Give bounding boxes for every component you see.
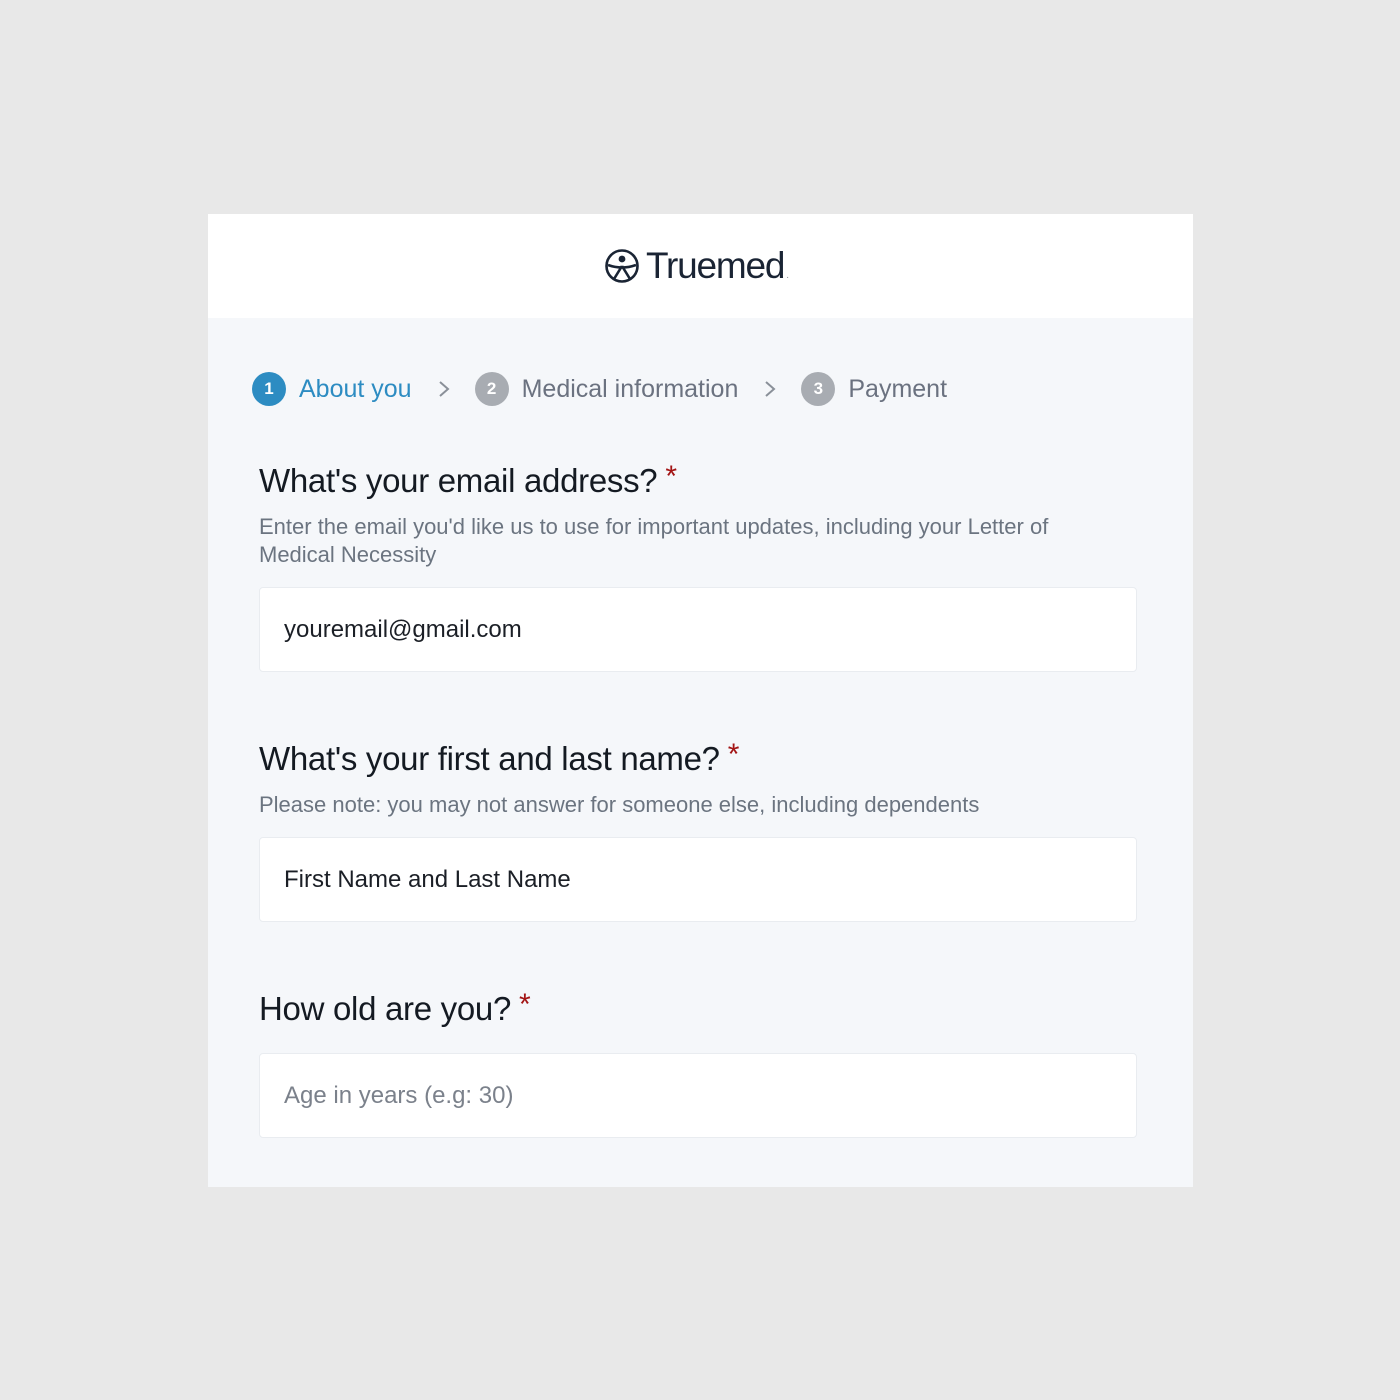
email-field[interactable] [259, 587, 1137, 672]
name-field[interactable] [259, 837, 1137, 922]
truemed-logo[interactable]: Truemed . [604, 245, 789, 287]
age-field[interactable] [259, 1053, 1137, 1138]
required-asterisk: * [665, 460, 677, 493]
step-label: Payment [848, 374, 948, 403]
required-asterisk: * [727, 738, 740, 771]
step-label: About you [299, 374, 412, 403]
age-question: How old are you? * [259, 988, 531, 1028]
header: Truemed . [208, 214, 1193, 318]
chevron-right-icon [765, 381, 776, 397]
email-question-text: What's your email address? [259, 462, 658, 499]
email-help-text: Enter the email you'd like us to use for… [259, 514, 1049, 567]
step-about-you[interactable]: 1 About you [252, 372, 412, 406]
name-question: What's your first and last name? * [259, 738, 740, 778]
progress-stepper: 1 About you 2 Medical information 3 Paym… [252, 371, 947, 407]
brand-mark: . [786, 270, 790, 281]
step-number: 1 [252, 372, 286, 406]
name-question-text: What's your first and last name? [259, 740, 720, 777]
age-question-text: How old are you? [259, 990, 512, 1027]
brand-name: Truemed [645, 245, 785, 286]
step-label: Medical information [521, 374, 739, 403]
step-medical-information[interactable]: 2 Medical information [474, 372, 739, 406]
truemed-logo-icon [605, 249, 639, 283]
chevron-right-icon [438, 381, 450, 397]
step-payment[interactable]: 3 Payment [801, 372, 947, 406]
signup-card: Truemed . 1 About you 2 Medical informat… [208, 214, 1193, 1187]
step-number: 2 [474, 372, 509, 406]
required-asterisk: * [519, 988, 531, 1021]
name-help-text: Please note: you may not answer for some… [259, 792, 980, 817]
email-question: What's your email address? * [259, 460, 677, 500]
step-number: 3 [801, 372, 836, 406]
